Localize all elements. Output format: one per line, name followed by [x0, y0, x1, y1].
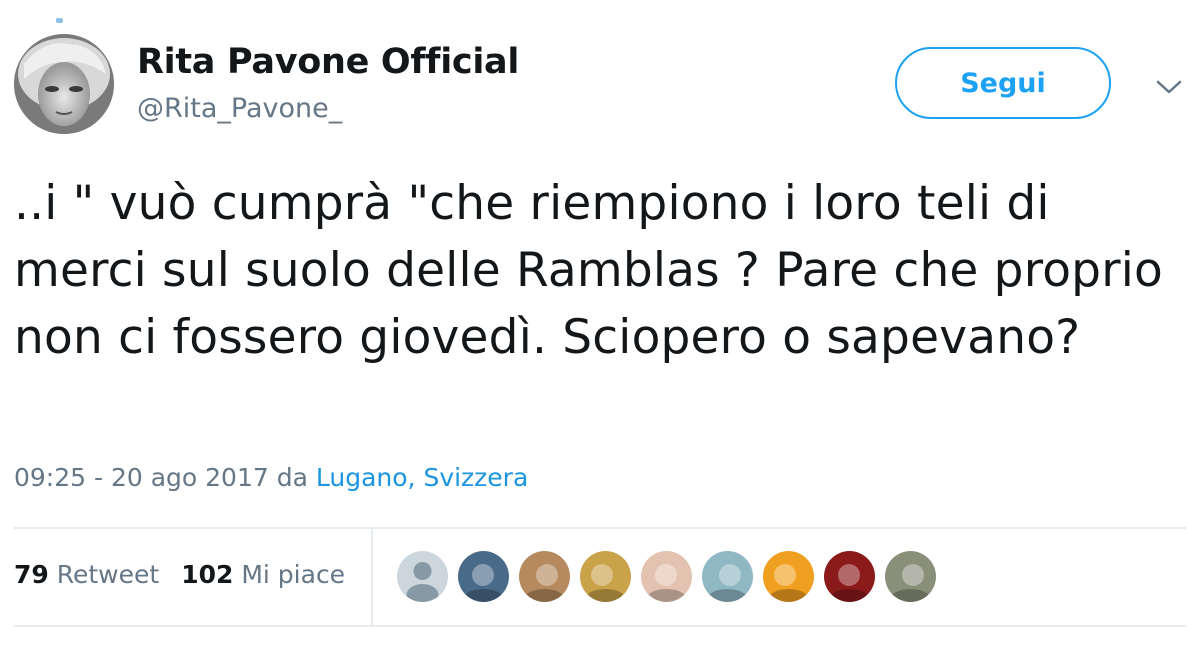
liker-avatar[interactable]	[458, 551, 509, 602]
liker-avatar[interactable]	[641, 551, 692, 602]
follow-button[interactable]: Segui	[895, 47, 1111, 119]
avatar-photo	[641, 551, 692, 602]
avatar-photo	[14, 34, 114, 134]
liker-avatar[interactable]	[580, 551, 631, 602]
chevron-down-icon[interactable]	[1155, 76, 1183, 98]
like-stat[interactable]: 102 Mi piace	[181, 560, 345, 589]
liker-avatar[interactable]	[397, 551, 448, 602]
tweet-text: ..i " vuò cumprà "che riempiono i loro t…	[14, 176, 1163, 365]
liker-avatar[interactable]	[519, 551, 570, 602]
user-handle[interactable]: @Rita_Pavone_	[137, 93, 342, 124]
avatar-photo	[763, 551, 814, 602]
avatar-photo	[458, 551, 509, 602]
liker-avatar[interactable]	[824, 551, 875, 602]
location-prefix: da	[276, 463, 308, 492]
avatar-photo	[519, 551, 570, 602]
like-count: 102	[181, 560, 234, 589]
retweet-label: Retweet	[56, 560, 160, 589]
tweet-card: Rita Pavone Official @Rita_Pavone_ Segui…	[0, 0, 1200, 666]
liker-avatar[interactable]	[702, 551, 753, 602]
timestamp[interactable]: 09:25 - 20 ago 2017	[14, 463, 269, 492]
avatar-photo	[885, 551, 936, 602]
avatar-photo	[824, 551, 875, 602]
avatar[interactable]	[14, 34, 114, 134]
tweet-stats: 79 Retweet 102 Mi piace	[14, 560, 345, 589]
retweet-stat[interactable]: 79 Retweet	[14, 560, 159, 589]
likers-avatars	[397, 551, 936, 602]
default-avatar-icon	[397, 551, 448, 602]
divider	[371, 529, 373, 625]
indicator-dot	[56, 18, 63, 23]
avatar-photo	[702, 551, 753, 602]
display-name[interactable]: Rita Pavone Official	[137, 42, 519, 82]
liker-avatar[interactable]	[763, 551, 814, 602]
retweet-count: 79	[14, 560, 49, 589]
location-link[interactable]: Lugano, Svizzera	[316, 463, 528, 492]
liker-avatar[interactable]	[885, 551, 936, 602]
divider	[14, 527, 1186, 529]
divider	[14, 625, 1186, 627]
tweet-meta: 09:25 - 20 ago 2017 da Lugano, Svizzera	[14, 463, 528, 492]
like-label: Mi piace	[241, 560, 346, 589]
avatar-photo	[580, 551, 631, 602]
